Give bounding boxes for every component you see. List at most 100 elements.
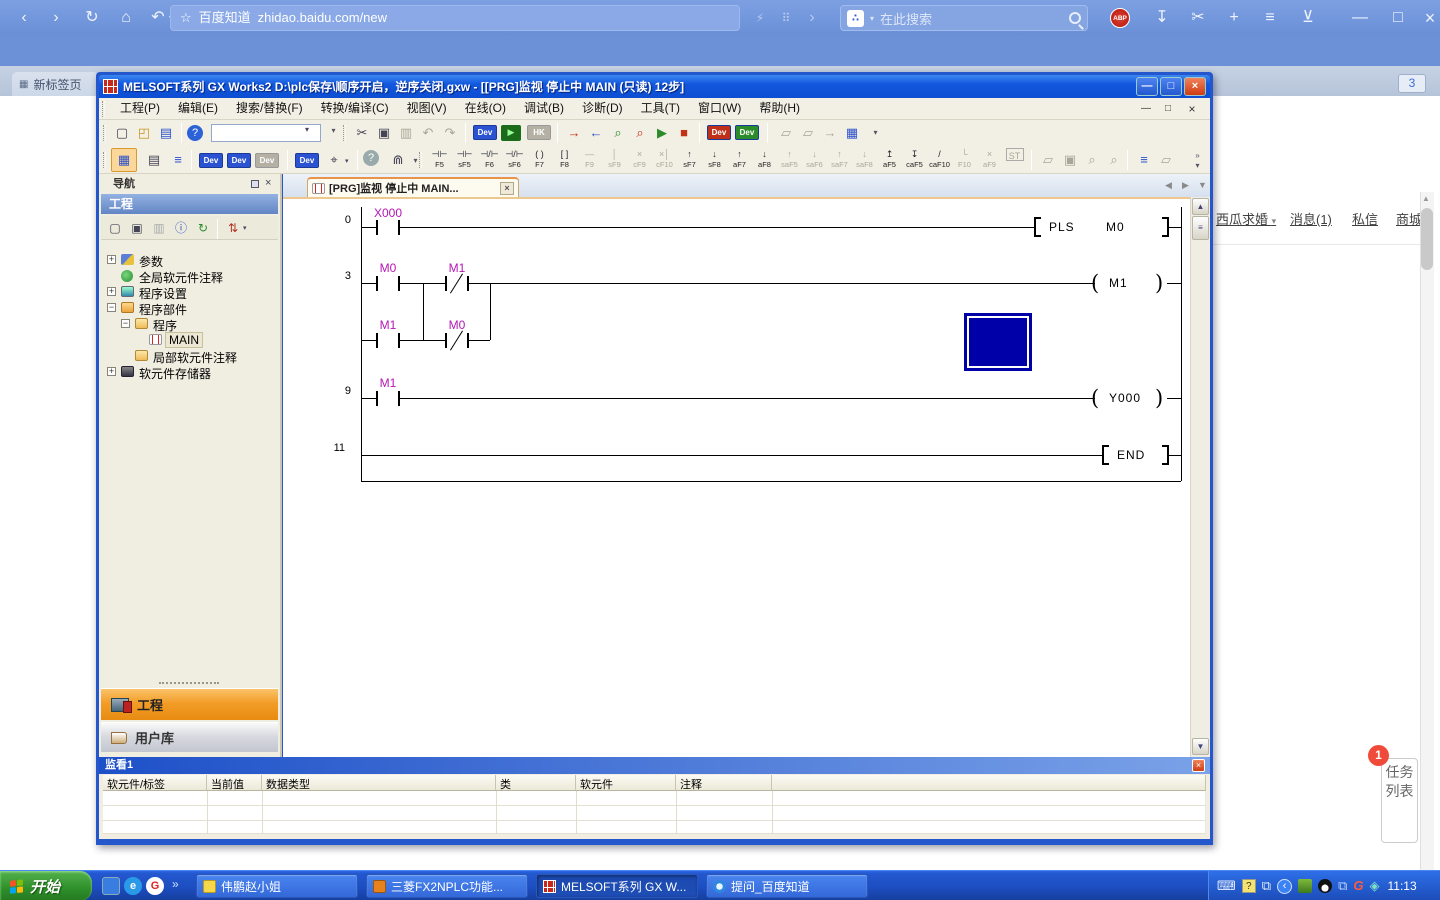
home-icon[interactable]: ⌂ bbox=[114, 7, 138, 29]
start-button[interactable]: 开始 bbox=[0, 871, 92, 900]
mall-link[interactable]: 商城 bbox=[1396, 209, 1422, 228]
open-project-icon[interactable]: ◰ bbox=[133, 122, 155, 144]
menu-project[interactable]: 工程(P) bbox=[111, 98, 169, 119]
paste-icon[interactable]: ▥ bbox=[395, 122, 417, 144]
search-icon[interactable] bbox=[1069, 12, 1081, 24]
network-tray-icon[interactable]: ⧉ bbox=[1338, 878, 1347, 894]
scroll-up-icon[interactable]: ▲ bbox=[1192, 198, 1209, 215]
private-msg-link[interactable]: 私信 bbox=[1352, 209, 1378, 228]
menu-convert-compile[interactable]: 转换/编译(C) bbox=[312, 98, 398, 119]
device-search-caret-icon[interactable]: ▾ bbox=[345, 157, 349, 165]
flash-icon[interactable]: ⚡ bbox=[748, 7, 772, 29]
forward-icon[interactable]: › bbox=[44, 7, 68, 29]
messages-link[interactable]: 消息(1) bbox=[1290, 209, 1332, 228]
ladder-application-instruction-button[interactable]: [ ]F8 bbox=[552, 147, 577, 173]
mdi-minimize-button[interactable]: — bbox=[1137, 102, 1155, 117]
search-engine-caret-icon[interactable]: ▾ bbox=[870, 14, 874, 23]
melsoft-minimize-button[interactable]: — bbox=[1136, 77, 1158, 96]
property-info-icon[interactable]: ⓘ bbox=[171, 218, 191, 238]
taskbar-item-notepad[interactable]: 伟鹏赵小姐 bbox=[196, 874, 358, 898]
scroll-thumb[interactable]: ≡ bbox=[1192, 216, 1209, 240]
write-to-plc-icon[interactable]: → bbox=[563, 122, 585, 144]
adblock-icon[interactable]: ABP bbox=[1110, 8, 1130, 28]
ladder-canvas[interactable]: 0 X000 PLS M0 3 M0 M1 bbox=[283, 197, 1190, 757]
watch-row[interactable] bbox=[103, 806, 1206, 821]
verify-with-plc-icon[interactable]: ⌕ bbox=[607, 122, 629, 144]
inline-st-button[interactable]: ST bbox=[1002, 147, 1027, 173]
tab-scroll-left-icon[interactable]: ◀ bbox=[1165, 180, 1172, 191]
watch-title-bar[interactable]: 监看1 bbox=[99, 757, 1210, 774]
toolbar-grip[interactable] bbox=[343, 125, 346, 141]
refresh-tree-icon[interactable]: ↻ bbox=[193, 218, 213, 238]
task-list-button[interactable]: 任务列表 bbox=[1381, 758, 1418, 843]
watch-close-icon[interactable]: × bbox=[1192, 759, 1205, 772]
melsoft-maximize-button[interactable]: □ bbox=[1160, 77, 1182, 96]
monitor-stop-icon[interactable]: ■ bbox=[673, 122, 695, 144]
new-item-icon[interactable]: ▢ bbox=[105, 218, 125, 238]
menu-grip[interactable] bbox=[102, 101, 105, 117]
find-coil-icon[interactable]: ⌕ bbox=[1103, 149, 1125, 171]
security-shield-icon[interactable]: ◈ bbox=[1369, 878, 1379, 894]
selection-cursor[interactable] bbox=[964, 313, 1032, 371]
verify-result-icon[interactable]: ⌕ bbox=[629, 122, 651, 144]
device-search-icon[interactable]: ⌖ bbox=[323, 149, 345, 171]
ladder-rising-pulse-button[interactable]: ↑sF7 bbox=[677, 147, 702, 173]
module-config-icon[interactable]: ▤ bbox=[143, 149, 165, 171]
menu-online[interactable]: 在线(O) bbox=[456, 98, 515, 119]
edit-statement-icon[interactable]: ▱ bbox=[1037, 149, 1059, 171]
menu-tools[interactable]: 工具(T) bbox=[632, 98, 689, 119]
device-find-icon[interactable]: Dev bbox=[199, 153, 223, 168]
refresh-icon[interactable]: ↻ bbox=[80, 7, 104, 29]
watch-col-datatype[interactable]: 数据类型 bbox=[262, 775, 496, 791]
ladder-parallel-rising-button[interactable]: ↑aF7 bbox=[727, 147, 752, 173]
expand-chevron-icon[interactable]: › bbox=[800, 7, 824, 29]
monitor-start-icon[interactable]: ▶ bbox=[651, 122, 673, 144]
toolbar-overflow-icon[interactable]: » bbox=[1191, 151, 1204, 160]
contact-m1[interactable] bbox=[376, 333, 400, 348]
scroll-up-icon[interactable]: ▲ bbox=[1422, 194, 1430, 203]
toolbar-overflow-icon[interactable]: ▾ bbox=[327, 126, 340, 135]
watch-col-class[interactable]: 类 bbox=[496, 775, 576, 791]
navigation-toggle-icon[interactable]: ▦ bbox=[111, 148, 137, 172]
find-contact-icon[interactable]: ⌕ bbox=[1081, 149, 1103, 171]
search-engine-paw-icon[interactable]: ∴ bbox=[847, 10, 864, 27]
taskbar-item-melsoft[interactable]: MELSOFT系列 GX W... bbox=[536, 874, 698, 898]
pin-icon[interactable] bbox=[251, 180, 259, 188]
ladder-draw-line-button[interactable]: └F10 bbox=[952, 147, 977, 173]
watch-col-device2[interactable]: 软元件 bbox=[576, 775, 676, 791]
tray-clock[interactable]: 11:13 bbox=[1387, 879, 1416, 893]
melsoft-close-button[interactable]: × bbox=[1184, 77, 1206, 96]
tab-close-icon[interactable]: × bbox=[500, 182, 514, 195]
expand-icon[interactable]: + bbox=[107, 255, 116, 264]
coil-m1[interactable]: M1 bbox=[1109, 276, 1128, 290]
tray-collapse-icon[interactable]: ‹ bbox=[1277, 879, 1292, 894]
nav-project-button[interactable]: 工程 bbox=[101, 688, 278, 720]
ladder-erase-line-button[interactable]: ×aF9 bbox=[977, 147, 1002, 173]
window-close-icon[interactable]: × bbox=[1418, 7, 1440, 29]
help-icon[interactable]: ? bbox=[363, 150, 379, 166]
window-restore-icon[interactable]: □ bbox=[1386, 7, 1410, 29]
coil-y000[interactable]: Y000 bbox=[1109, 391, 1141, 405]
toolbar-overflow-caret-icon[interactable]: ▾ bbox=[1191, 161, 1204, 170]
nav-userlib-button[interactable]: 用户库 bbox=[101, 722, 278, 752]
monitor-window-icon[interactable]: ▶ bbox=[501, 125, 521, 141]
tab-list-icon[interactable]: ▼ bbox=[1198, 180, 1207, 190]
device-watch-icon[interactable]: Dev bbox=[295, 153, 319, 168]
copy-item-icon[interactable]: ▣ bbox=[127, 218, 147, 238]
instruction-end[interactable]: END bbox=[1117, 448, 1145, 462]
search-box[interactable]: ∴ ▾ 在此搜索 bbox=[840, 5, 1088, 31]
contact-x000[interactable] bbox=[376, 220, 400, 235]
expand-icon[interactable]: + bbox=[107, 367, 116, 376]
ladder-vline-button[interactable]: │sF9 bbox=[602, 147, 627, 173]
instruction-operand[interactable]: M0 bbox=[1106, 220, 1125, 234]
ladder-scrollbar[interactable]: ▲ ≡ ▼ bbox=[1190, 197, 1210, 757]
address-url[interactable]: zhidao.baidu.com/new bbox=[258, 6, 387, 30]
wardrobe-skin-icon[interactable]: ⊻ bbox=[1296, 7, 1320, 29]
favorite-star-icon[interactable]: ☆ bbox=[180, 6, 192, 30]
address-bar[interactable]: ☆ 百度知道 zhidao.baidu.com/new bbox=[170, 5, 740, 31]
back-icon[interactable]: ‹ bbox=[12, 7, 36, 29]
statement-icon[interactable]: ▱ bbox=[775, 122, 797, 144]
mdi-restore-button[interactable]: □ bbox=[1159, 102, 1177, 117]
ladder-closed-contact-button[interactable]: ⊣/⊢F6 bbox=[477, 147, 502, 173]
collapse-icon[interactable]: − bbox=[107, 303, 116, 312]
